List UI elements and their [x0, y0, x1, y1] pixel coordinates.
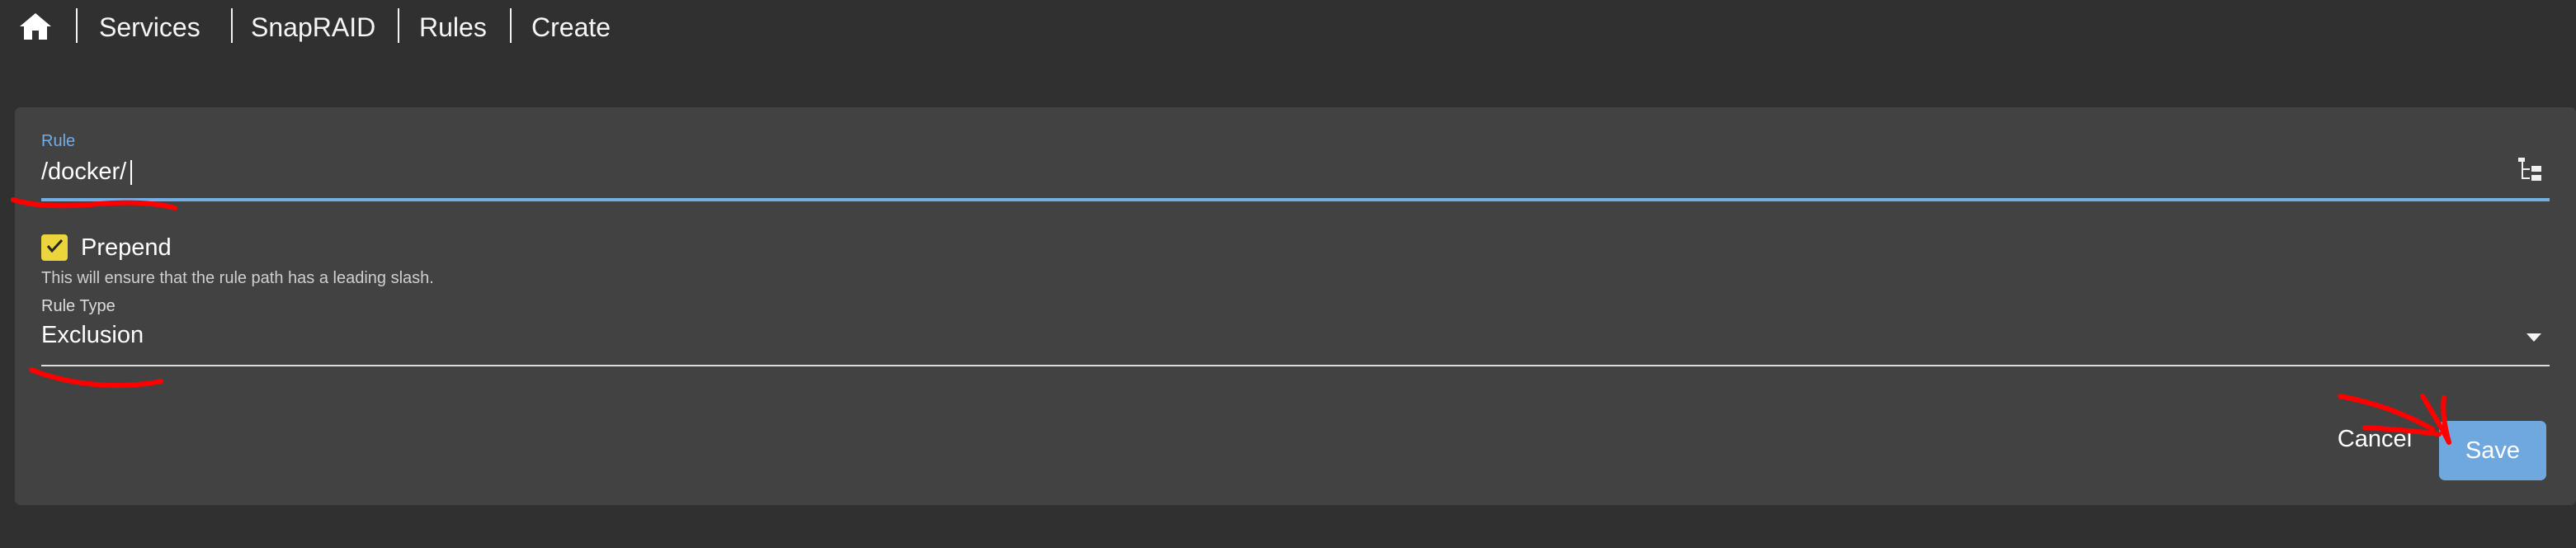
text-cursor — [130, 160, 132, 185]
dropdown-arrow-icon — [2526, 333, 2541, 342]
breadcrumb-separator — [76, 8, 78, 43]
checkmark-icon — [43, 234, 66, 262]
breadcrumb-separator — [398, 8, 399, 43]
rule-field-label: Rule — [41, 132, 76, 150]
home-link[interactable] — [15, 10, 56, 46]
folder-tree-icon — [2515, 156, 2545, 185]
prepend-hint: This will ensure that the rule path has … — [41, 269, 434, 287]
rule-type-value: Exclusion — [41, 322, 144, 348]
breadcrumb-separator — [231, 8, 233, 43]
home-icon — [19, 12, 52, 45]
rule-form-panel: Rule Prepend This will ensure that the r… — [15, 107, 2576, 505]
prepend-label[interactable]: Prepend — [81, 234, 172, 262]
breadcrumb-item-create: Create — [531, 12, 611, 42]
save-button[interactable]: Save — [2439, 421, 2546, 480]
breadcrumb-item-rules[interactable]: Rules — [419, 7, 487, 48]
rule-type-label: Rule Type — [41, 297, 116, 315]
rule-input-underline — [41, 198, 2550, 201]
breadcrumb-separator — [510, 8, 512, 43]
rule-input[interactable] — [41, 155, 2484, 188]
breadcrumb-item-snapraid[interactable]: SnapRAID — [251, 7, 375, 48]
prepend-checkbox[interactable] — [41, 234, 68, 261]
folder-tree-button[interactable] — [2512, 152, 2548, 188]
breadcrumb-item-services[interactable]: Services — [99, 7, 201, 48]
breadcrumb: Services SnapRAID Rules Create — [0, 0, 2576, 54]
cancel-button[interactable]: Cancel — [2309, 416, 2441, 462]
rule-type-select[interactable]: Exclusion — [41, 320, 2550, 366]
